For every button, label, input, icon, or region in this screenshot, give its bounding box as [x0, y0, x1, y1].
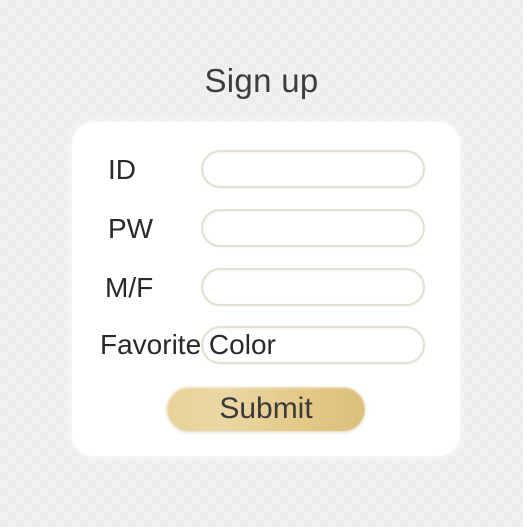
password-input[interactable] [201, 209, 425, 247]
gender-label: M/F [105, 272, 154, 303]
password-label: PW [108, 213, 154, 244]
submit-button[interactable]: Submit [167, 387, 365, 431]
id-label: ID [108, 154, 136, 185]
gender-input[interactable] [201, 268, 425, 306]
page-title: Sign up [204, 62, 319, 99]
favorite-color-label: Favorite Color [100, 329, 276, 360]
id-input[interactable] [201, 150, 425, 188]
